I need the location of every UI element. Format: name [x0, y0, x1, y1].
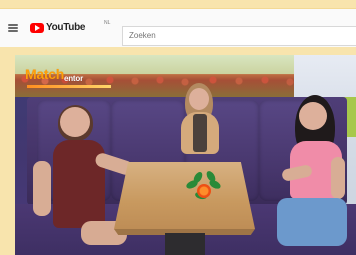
- menu-icon-line-1: [8, 24, 18, 26]
- youtube-logo[interactable]: YouTube NL: [30, 21, 110, 37]
- person-left-arm-left: [33, 161, 51, 216]
- video-player[interactable]: Match entor: [15, 55, 356, 255]
- coffee-table-base: [165, 233, 205, 255]
- search-input[interactable]: [129, 30, 349, 42]
- youtube-header: YouTube NL: [0, 8, 356, 47]
- person-left-dress: [53, 140, 105, 228]
- youtube-country-code: NL: [104, 20, 111, 26]
- person-right-arm-right: [331, 157, 345, 199]
- watermark-underline: [27, 85, 111, 88]
- menu-icon-line-2: [8, 27, 18, 29]
- channel-watermark: Match entor: [25, 65, 111, 95]
- watermark-mentor-text: entor: [64, 74, 84, 83]
- person-right-head: [299, 102, 327, 130]
- flower-arrangement: [185, 169, 223, 211]
- person-middle-shirt: [193, 114, 207, 152]
- plant-leaf: [191, 170, 205, 185]
- search-box[interactable]: [122, 26, 356, 46]
- screenshot-frame: YouTube NL Zoeken Match entor: [0, 0, 356, 255]
- youtube-play-icon: [30, 23, 44, 33]
- youtube-logo-text: YouTube: [46, 22, 86, 33]
- person-right-jeans: [277, 198, 347, 246]
- person-middle-head: [189, 88, 209, 110]
- menu-icon-line-3: [8, 30, 18, 32]
- person-middle: [179, 83, 231, 167]
- menu-icon[interactable]: [8, 24, 18, 32]
- orange-flower: [197, 184, 211, 198]
- person-left-head: [60, 107, 90, 137]
- watermark-match-text: Match: [25, 66, 64, 82]
- person-right: [277, 95, 355, 255]
